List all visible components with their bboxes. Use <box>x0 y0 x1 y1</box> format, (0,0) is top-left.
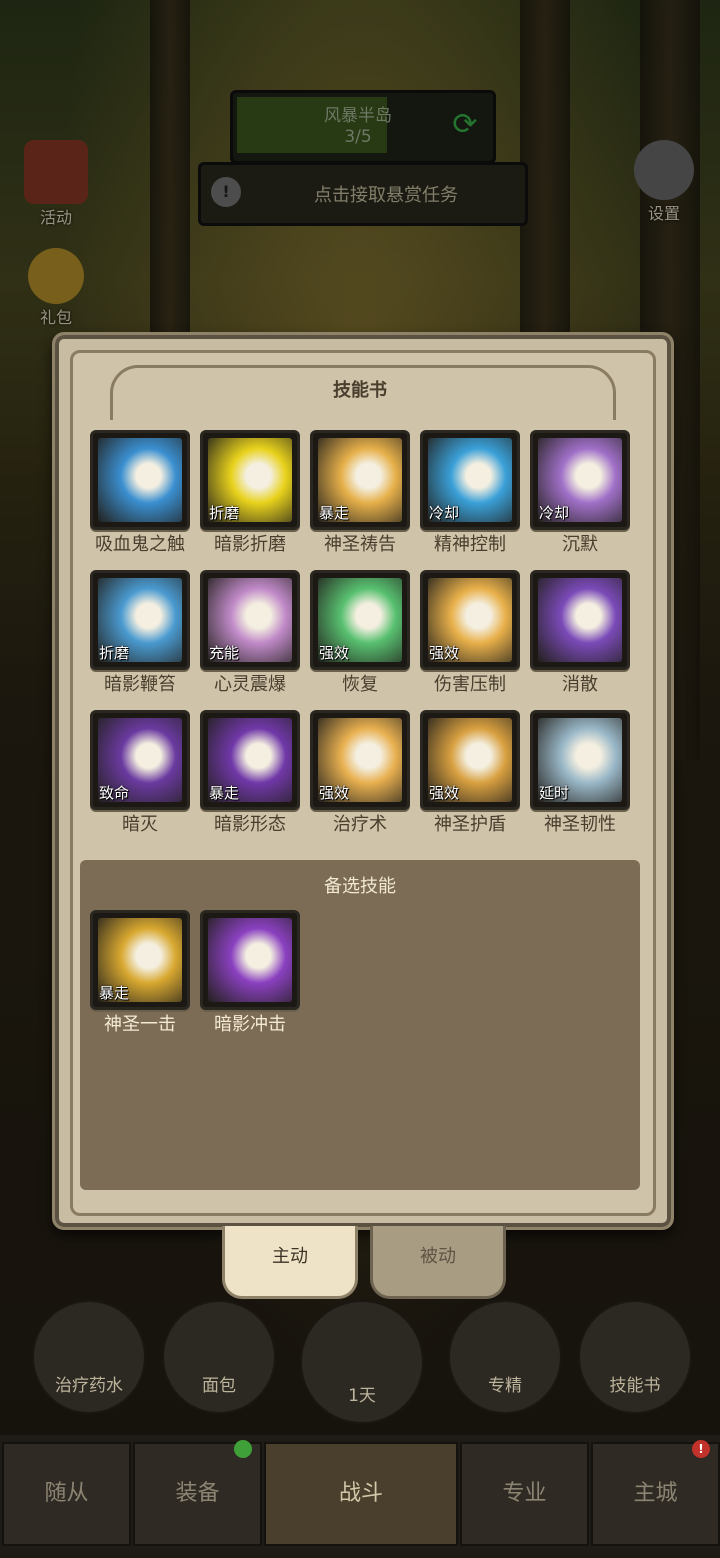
skill-art <box>538 578 622 662</box>
skill-name: 伤害压制 <box>434 674 506 695</box>
skill-slot[interactable]: 充能心灵震爆 <box>200 570 300 695</box>
skill-tag: 暴走 <box>319 504 350 522</box>
quick-slot-label: 技能书 <box>609 1376 661 1396</box>
skill-name: 暗影形态 <box>214 814 286 835</box>
skill-slot[interactable]: 强效伤害压制 <box>420 570 520 695</box>
skill-tag: 强效 <box>429 784 460 802</box>
alert-badge: ! <box>692 1440 710 1458</box>
skill-icon <box>530 570 630 670</box>
tab-battle[interactable]: 战斗 <box>264 1442 458 1546</box>
skill-name: 沉默 <box>562 534 598 555</box>
quick-slot-label: 1天 <box>348 1386 376 1406</box>
skill-slot[interactable]: 冷却精神控制 <box>420 430 520 555</box>
skill-icon <box>200 910 300 1010</box>
quick-slot-label: 治疗药水 <box>55 1376 123 1396</box>
skill-slot[interactable]: 冷却沉默 <box>530 430 630 555</box>
skill-name: 消散 <box>562 674 598 695</box>
skill-name: 暗灭 <box>122 814 158 835</box>
skill-tag: 暴走 <box>99 984 130 1002</box>
panel-title: 技能书 <box>333 380 387 401</box>
skill-icon: 暴走 <box>200 710 300 810</box>
skill-slot[interactable]: 暴走神圣一击 <box>90 910 190 1035</box>
skill-name: 神圣护盾 <box>434 814 506 835</box>
skill-slot[interactable]: 延时神圣韧性 <box>530 710 630 835</box>
quick-slot-skill-book[interactable]: 技能书 <box>578 1300 692 1414</box>
quick-slot-bread[interactable]: 面包 <box>162 1300 276 1414</box>
skill-name: 精神控制 <box>434 534 506 555</box>
tab-followers[interactable]: 随从 <box>2 1442 131 1546</box>
treasure-chest[interactable]: 1天 <box>300 1300 424 1424</box>
skill-name: 神圣韧性 <box>544 814 616 835</box>
skill-tag: 致命 <box>99 784 130 802</box>
skill-name: 心灵震爆 <box>214 674 286 695</box>
skill-slot[interactable]: 强效治疗术 <box>310 710 410 835</box>
skill-icon: 折磨 <box>90 570 190 670</box>
skill-name: 恢复 <box>342 674 378 695</box>
skill-icon: 强效 <box>310 710 410 810</box>
skill-tag: 暴走 <box>209 784 240 802</box>
skill-slot[interactable]: 致命暗灭 <box>90 710 190 835</box>
skill-icon <box>90 430 190 530</box>
skill-slot[interactable]: 强效恢复 <box>310 570 410 695</box>
quick-slot-specialization[interactable]: 专精 <box>448 1300 562 1414</box>
notification-dot <box>234 1440 252 1458</box>
skill-icon: 致命 <box>90 710 190 810</box>
skill-icon: 暴走 <box>90 910 190 1010</box>
skill-tag: 冷却 <box>539 504 570 522</box>
skill-name: 神圣一击 <box>104 1014 176 1035</box>
skill-tag: 折磨 <box>99 644 130 662</box>
quick-slot-potion[interactable]: 治疗药水 <box>32 1300 146 1414</box>
quick-slot-label: 面包 <box>202 1376 236 1396</box>
skill-tag: 冷却 <box>429 504 460 522</box>
skill-name: 暗影鞭笞 <box>104 674 176 695</box>
skill-name: 暗影冲击 <box>214 1014 286 1035</box>
tab-profession[interactable]: 专业 <box>460 1442 589 1546</box>
tab-passive-skills[interactable]: 被动 <box>370 1226 506 1299</box>
skill-art <box>98 438 182 522</box>
skill-tag: 强效 <box>429 644 460 662</box>
skill-icon: 折磨 <box>200 430 300 530</box>
skill-art <box>208 918 292 1002</box>
skill-slot[interactable]: 折磨暗影折磨 <box>200 430 300 555</box>
skill-name: 暗影折磨 <box>214 534 286 555</box>
skill-slot[interactable]: 暴走神圣祷告 <box>310 430 410 555</box>
skill-icon: 冷却 <box>420 430 520 530</box>
skill-tag: 充能 <box>209 644 240 662</box>
skill-slot[interactable]: 消散 <box>530 570 630 695</box>
skill-tag: 强效 <box>319 784 350 802</box>
skill-icon: 强效 <box>420 570 520 670</box>
quick-slot-label: 专精 <box>488 1376 522 1396</box>
skill-slot[interactable]: 吸血鬼之触 <box>90 430 190 555</box>
skill-name: 治疗术 <box>333 814 387 835</box>
skill-icon: 冷却 <box>530 430 630 530</box>
skill-icon: 强效 <box>420 710 520 810</box>
skill-name: 吸血鬼之触 <box>95 534 185 555</box>
skill-slot[interactable]: 折磨暗影鞭笞 <box>90 570 190 695</box>
tab-active-skills[interactable]: 主动 <box>222 1226 358 1299</box>
skill-icon: 强效 <box>310 570 410 670</box>
skill-slot[interactable]: 暗影冲击 <box>200 910 300 1035</box>
skill-icon: 充能 <box>200 570 300 670</box>
skill-tag: 延时 <box>539 784 570 802</box>
skill-tag: 强效 <box>319 644 350 662</box>
skill-icon: 暴走 <box>310 430 410 530</box>
skill-icon: 延时 <box>530 710 630 810</box>
spare-skills-title: 备选技能 <box>324 876 396 897</box>
skill-tag: 折磨 <box>209 504 240 522</box>
skill-name: 神圣祷告 <box>324 534 396 555</box>
skill-slot[interactable]: 强效神圣护盾 <box>420 710 520 835</box>
skill-slot[interactable]: 暴走暗影形态 <box>200 710 300 835</box>
